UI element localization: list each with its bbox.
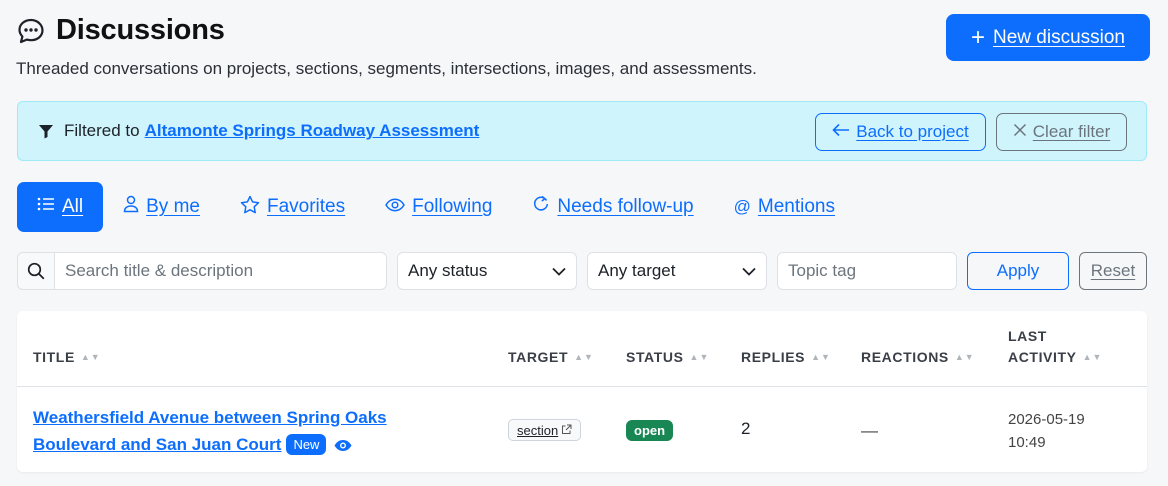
person-icon xyxy=(123,195,139,219)
tab-following-label: Following xyxy=(412,196,493,217)
topic-tag-input[interactable] xyxy=(777,252,957,290)
tab-all[interactable]: All xyxy=(17,182,104,232)
sort-icon: ▲▼ xyxy=(80,352,101,362)
column-last-activity[interactable]: LAST ACTIVITY ▲▼ xyxy=(1008,326,1102,368)
last-activity: 2026-05-19 10:49 xyxy=(1008,408,1085,454)
star-icon xyxy=(240,195,260,220)
column-title[interactable]: TITLE ▲▼ xyxy=(33,347,101,368)
tab-mentions[interactable]: @ Mentions xyxy=(714,182,855,232)
page-title: Discussions xyxy=(56,14,225,46)
last-activity-time: 10:49 xyxy=(1008,434,1046,451)
clear-filter-button[interactable]: Clear filter xyxy=(996,113,1127,151)
discussion-title-cell[interactable]: Weathersfield Avenue between Spring Oaks… xyxy=(33,404,453,460)
search-group xyxy=(17,252,387,290)
table-header: TITLE ▲▼ TARGET ▲▼ STATUS ▲▼ REPLIES ▲▼ … xyxy=(17,311,1147,387)
close-icon xyxy=(1013,122,1027,142)
column-status-label: STATUS xyxy=(626,349,684,365)
new-discussion-label: New discussion xyxy=(993,26,1125,48)
last-activity-date: 2026-05-19 xyxy=(1008,411,1085,428)
column-reactions[interactable]: REACTIONS ▲▼ xyxy=(861,347,975,368)
filter-banner: Filtered to Altamonte Springs Roadway As… xyxy=(17,101,1147,161)
search-icon xyxy=(17,252,55,290)
eye-icon xyxy=(385,196,406,218)
reset-button[interactable]: Reset xyxy=(1079,252,1147,290)
replies-count: 2 xyxy=(741,419,751,438)
page-subtitle: Threaded conversations on projects, sect… xyxy=(16,59,757,78)
tab-needs-follow-up-label: Needs follow-up xyxy=(557,196,694,217)
tab-following[interactable]: Following xyxy=(365,182,512,232)
apply-button[interactable]: Apply xyxy=(967,252,1069,290)
page-header: Discussions Threaded conversations on pr… xyxy=(16,14,1150,84)
sort-icon: ▲▼ xyxy=(1082,352,1103,362)
target-select[interactable]: Any target xyxy=(587,252,767,290)
list-icon xyxy=(37,196,55,218)
column-status[interactable]: STATUS ▲▼ xyxy=(626,347,709,368)
tab-all-label: All xyxy=(62,196,84,217)
funnel-icon xyxy=(38,123,54,139)
new-badge: New xyxy=(286,434,327,455)
filter-prefix: Filtered to xyxy=(64,121,140,140)
discussion-tabs: All By me Favorites Following Needs foll… xyxy=(17,182,855,232)
tab-by-me[interactable]: By me xyxy=(103,182,220,232)
last-activity-line-1: LAST xyxy=(1008,328,1047,344)
sort-icon: ▲▼ xyxy=(689,352,710,362)
back-to-project-label: Back to project xyxy=(856,122,969,141)
filters-row: Any status Any target Apply Reset xyxy=(17,252,1147,290)
chevron-down-icon xyxy=(742,261,756,281)
search-input[interactable] xyxy=(55,252,387,290)
at-icon: @ xyxy=(733,197,751,216)
reactions-value: — xyxy=(861,421,878,440)
target-badge-label: section xyxy=(517,422,559,438)
plus-icon: + xyxy=(970,23,985,51)
column-reactions-label: REACTIONS xyxy=(861,349,949,365)
tab-mentions-label: Mentions xyxy=(757,196,836,217)
clear-filter-label: Clear filter xyxy=(1032,122,1111,141)
target-badge[interactable]: section xyxy=(508,419,582,441)
target-select-value: Any target xyxy=(598,261,676,280)
status-select[interactable]: Any status xyxy=(397,252,577,290)
back-to-project-button[interactable]: Back to project xyxy=(815,113,986,151)
column-target[interactable]: TARGET ▲▼ xyxy=(508,347,594,368)
eye-icon xyxy=(334,433,352,460)
tab-by-me-label: By me xyxy=(146,196,200,217)
new-discussion-button[interactable]: + New discussion xyxy=(946,14,1150,61)
column-target-label: TARGET xyxy=(508,349,569,365)
column-last-activity-label: LAST ACTIVITY xyxy=(1008,326,1077,368)
external-link-icon xyxy=(561,423,572,438)
chevron-down-icon xyxy=(552,261,566,281)
sort-icon: ▲▼ xyxy=(811,352,831,362)
arrow-left-icon xyxy=(832,122,850,142)
column-replies-label: REPLIES xyxy=(741,349,806,365)
chat-dots-icon xyxy=(16,16,46,46)
column-title-label: TITLE xyxy=(33,349,75,365)
sort-icon: ▲▼ xyxy=(954,352,975,362)
last-activity-line-2: ACTIVITY xyxy=(1008,349,1077,365)
discussions-table: TITLE ▲▼ TARGET ▲▼ STATUS ▲▼ REPLIES ▲▼ … xyxy=(17,311,1147,472)
tab-favorites-label: Favorites xyxy=(266,196,346,217)
refresh-icon xyxy=(532,195,550,219)
filter-project-link[interactable]: Altamonte Springs Roadway Assessment xyxy=(145,121,480,141)
column-replies[interactable]: REPLIES ▲▼ xyxy=(741,347,831,368)
tab-favorites[interactable]: Favorites xyxy=(220,182,365,232)
status-select-value: Any status xyxy=(408,261,488,280)
tab-needs-follow-up[interactable]: Needs follow-up xyxy=(512,182,713,232)
status-badge: open xyxy=(626,420,674,441)
table-row[interactable]: Weathersfield Avenue between Spring Oaks… xyxy=(17,388,1147,472)
sort-icon: ▲▼ xyxy=(574,352,594,362)
